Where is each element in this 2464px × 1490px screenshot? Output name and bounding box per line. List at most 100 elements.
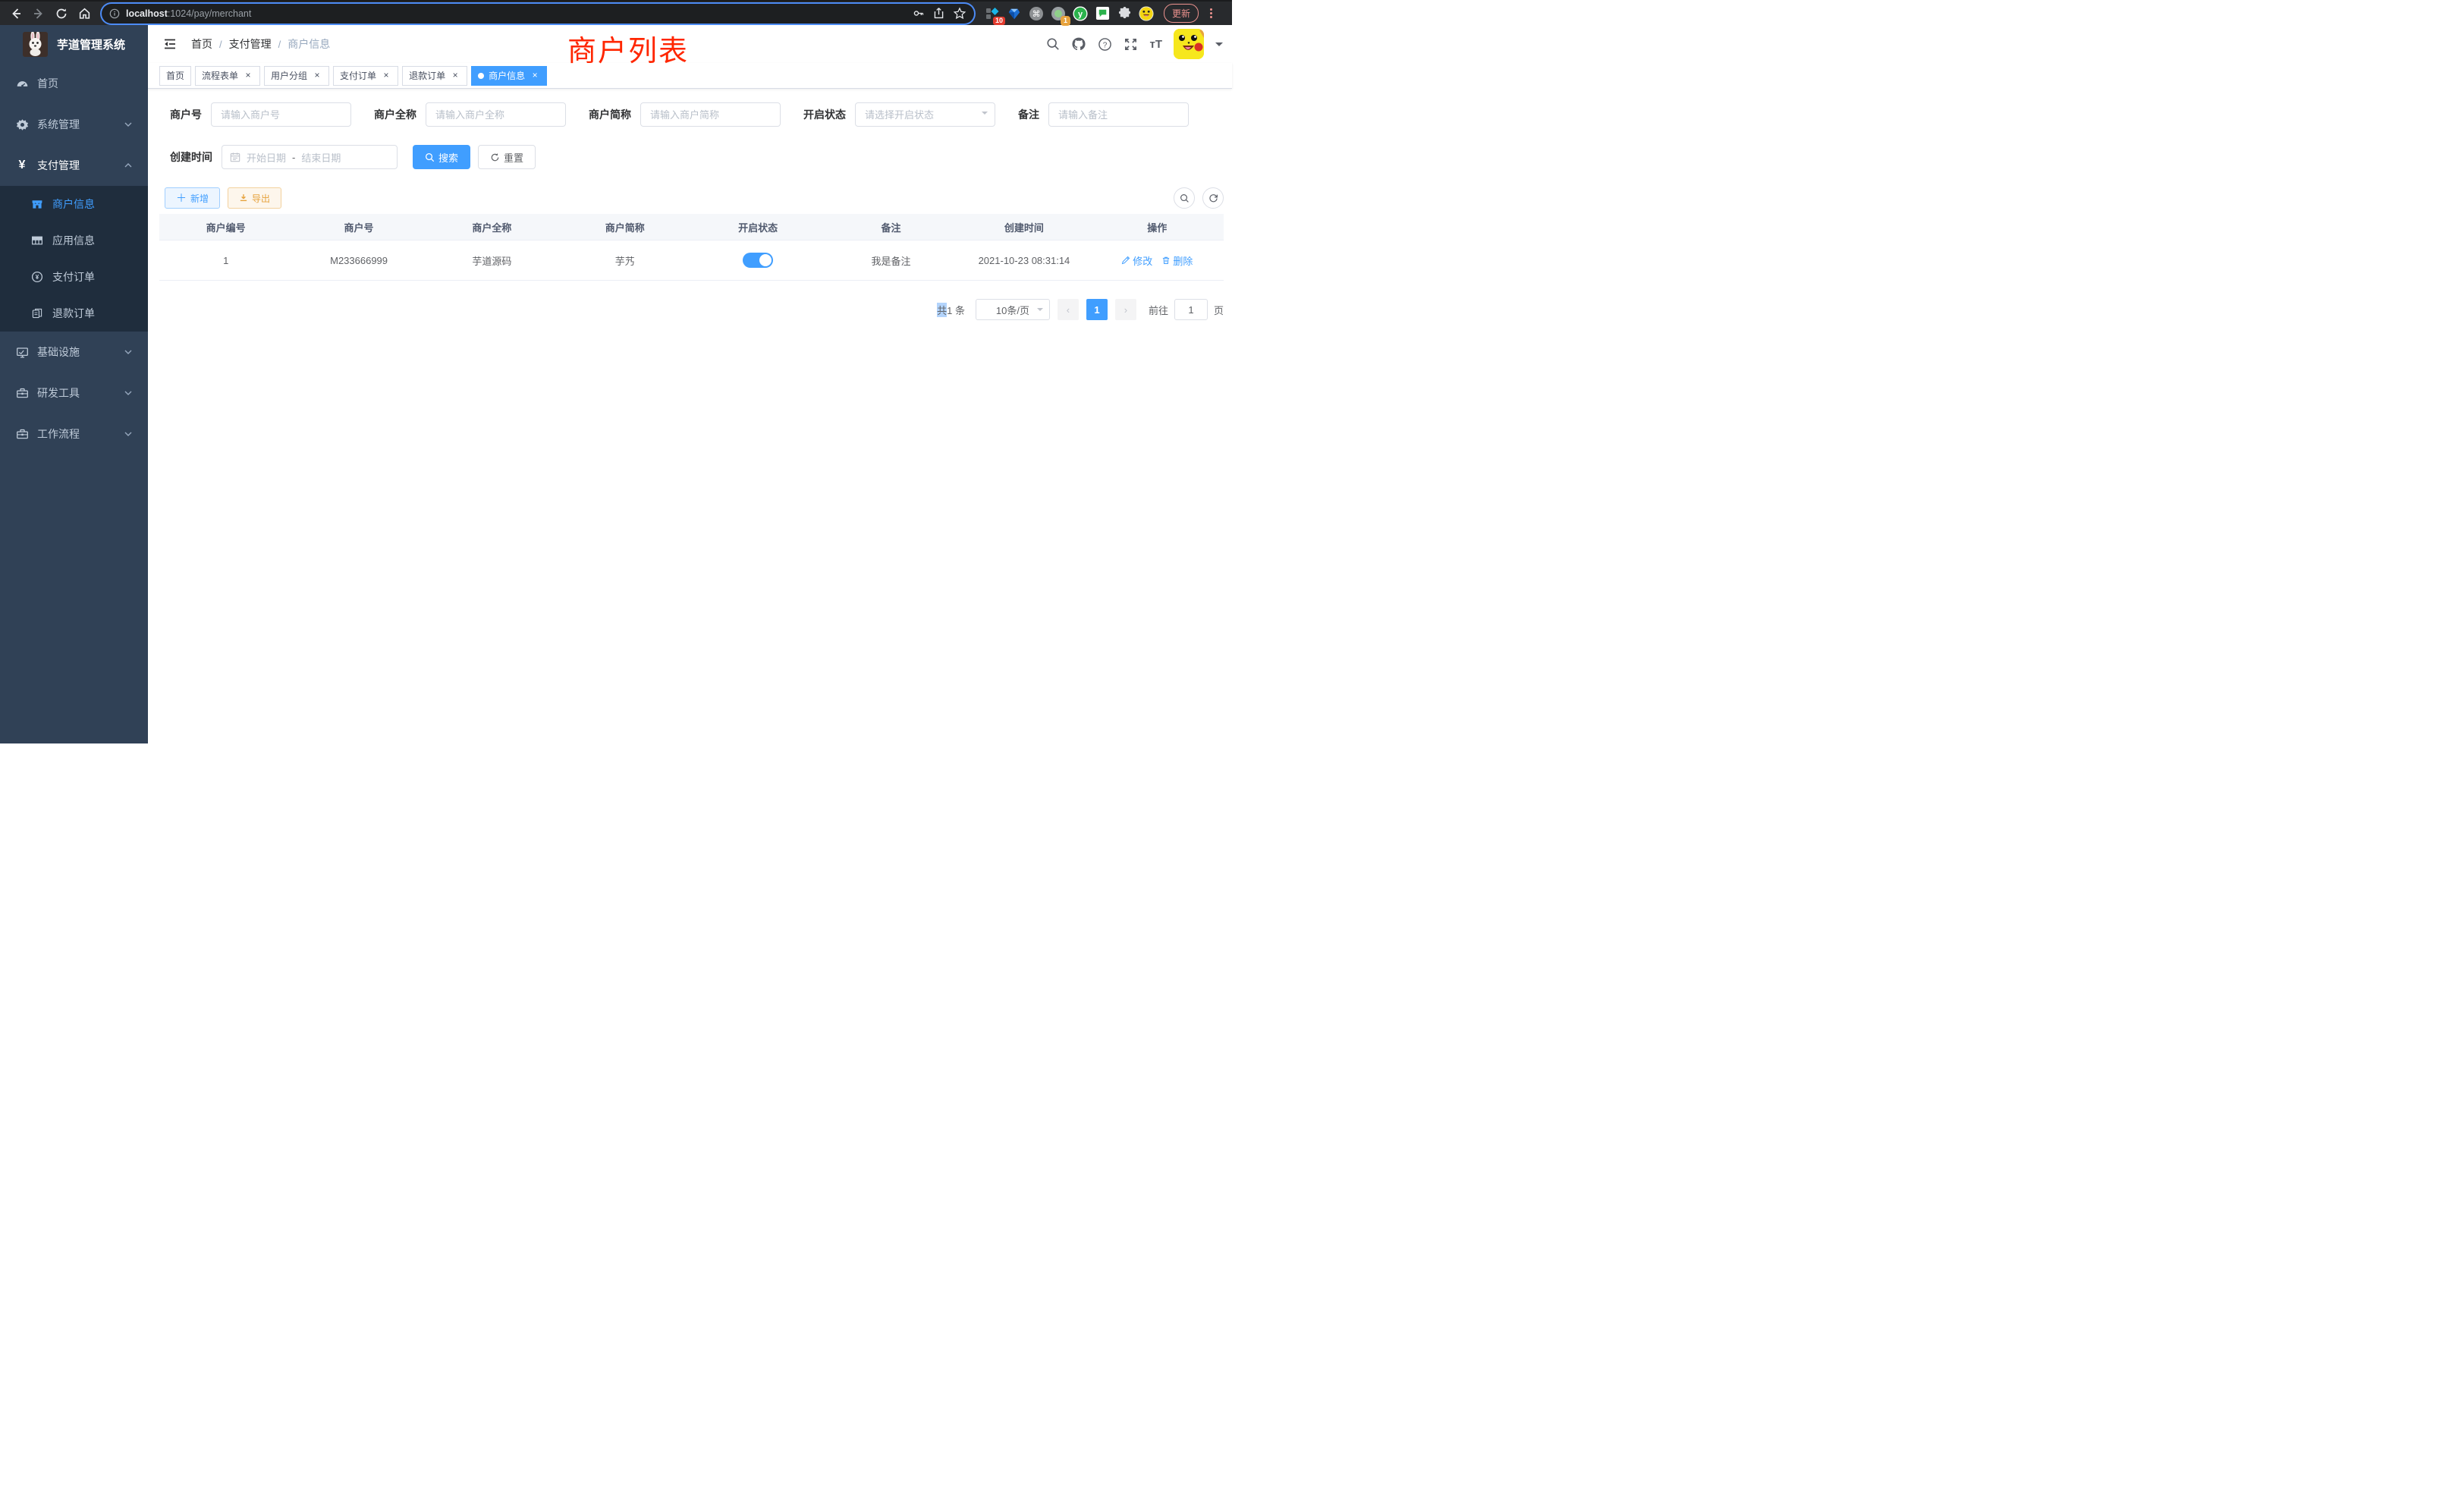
toolbox-icon: [15, 387, 29, 400]
pikachu-avatar-icon: [1174, 29, 1204, 59]
browser-update-button[interactable]: 更新: [1164, 4, 1199, 23]
logo-image: [23, 32, 48, 57]
sidebar-logo[interactable]: 芋道管理系统: [0, 25, 148, 63]
page-size-select[interactable]: 10条/页: [976, 299, 1050, 320]
sidebar-collapse-button[interactable]: [159, 33, 181, 55]
address-bar[interactable]: localhost:1024/pay/merchant: [102, 4, 974, 24]
status-toggle[interactable]: [743, 253, 773, 268]
tab-close-icon[interactable]: ×: [243, 71, 253, 81]
tab-home[interactable]: 首页: [159, 66, 191, 86]
tab-pay-order[interactable]: 支付订单 ×: [333, 66, 398, 86]
user-avatar[interactable]: [1174, 29, 1204, 59]
reset-button[interactable]: 重置: [478, 145, 536, 169]
browser-home-button[interactable]: [74, 4, 94, 24]
tab-process-form[interactable]: 流程表单 ×: [195, 66, 260, 86]
short-name-input[interactable]: [640, 102, 781, 127]
cell-actions: 修改 删除: [1091, 240, 1224, 280]
tab-refund-order[interactable]: 退款订单 ×: [402, 66, 467, 86]
goto-suffix-label: 页: [1214, 303, 1224, 317]
breadcrumb-separator: /: [278, 39, 281, 50]
breadcrumb-home[interactable]: 首页: [191, 36, 212, 52]
browser-toolbar: localhost:1024/pay/merchant 10 ⌘ 1 y: [0, 0, 1232, 25]
sidebar-item-dev-tools[interactable]: 研发工具: [0, 372, 148, 413]
goto-label: 前往: [1149, 303, 1168, 317]
extension-grid-icon[interactable]: 10: [985, 6, 1000, 21]
next-page-button[interactable]: ›: [1115, 299, 1136, 320]
sidebar-item-label: 支付管理: [37, 158, 115, 173]
sidebar-item-system[interactable]: 系统管理: [0, 104, 148, 145]
extension-y-icon[interactable]: y: [1073, 6, 1088, 21]
sidebar-item-pay[interactable]: ¥ 支付管理: [0, 145, 148, 186]
refresh-table-button[interactable]: [1202, 187, 1224, 209]
pagination: 共 1 条 10条/页 ‹ 1 › 前往 页: [159, 299, 1224, 320]
tab-merchant-info[interactable]: 商户信息 ×: [471, 66, 547, 86]
browser-back-button[interactable]: [6, 4, 26, 24]
pagination-total: 共 1 条: [937, 303, 965, 317]
gem-icon: [1007, 7, 1021, 20]
font-size-icon[interactable]: ᴛT: [1149, 38, 1162, 51]
password-key-icon[interactable]: [912, 7, 925, 20]
trash-icon: [1161, 256, 1171, 265]
full-name-input[interactable]: [426, 102, 566, 127]
bookmark-star-icon[interactable]: [953, 7, 966, 20]
add-button[interactable]: ＋ 新增: [165, 187, 220, 209]
filter-row-2: 创建时间 开始日期 - 结束日期 搜索 重置: [170, 145, 1224, 169]
help-icon[interactable]: ?: [1098, 37, 1112, 52]
sidebar-item-app-info[interactable]: 应用信息: [0, 222, 148, 259]
goto-page-input[interactable]: [1174, 299, 1208, 320]
tab-user-group[interactable]: 用户分组 ×: [264, 66, 329, 86]
tab-close-icon[interactable]: ×: [381, 71, 391, 81]
tab-close-icon[interactable]: ×: [450, 71, 460, 81]
breadcrumb-separator: /: [219, 39, 222, 50]
extension-badge: 10: [993, 17, 1005, 25]
search-button[interactable]: 搜索: [413, 145, 470, 169]
extension-recorder-icon[interactable]: 1: [1051, 6, 1066, 21]
remark-input[interactable]: [1048, 102, 1189, 127]
chevron-down-icon: [124, 429, 133, 439]
browser-extensions: 10 ⌘ 1 y 更新: [982, 4, 1217, 23]
cell-remark: 我是备注: [825, 240, 957, 280]
sidebar-item-label: 应用信息: [52, 233, 133, 248]
github-icon[interactable]: [1071, 36, 1086, 52]
extension-chat-icon[interactable]: [1095, 6, 1110, 21]
sidebar-item-pay-order[interactable]: ¥ 支付订单: [0, 259, 148, 295]
avatar-caret-icon[interactable]: [1215, 42, 1223, 50]
forward-icon: [33, 8, 45, 20]
extension-gem-icon[interactable]: [1007, 6, 1022, 21]
merchant-no-input[interactable]: [211, 102, 351, 127]
yen-circle-icon: ¥: [30, 271, 44, 283]
delete-link[interactable]: 删除: [1161, 253, 1193, 268]
sidebar-item-refund-order[interactable]: 退款订单: [0, 295, 148, 332]
show-search-toggle-button[interactable]: [1174, 187, 1195, 209]
status-select[interactable]: [855, 102, 995, 127]
page-number-1[interactable]: 1: [1086, 299, 1108, 320]
prev-page-button[interactable]: ‹: [1058, 299, 1079, 320]
export-button[interactable]: 导出: [228, 187, 281, 209]
share-icon[interactable]: [932, 7, 945, 20]
sidebar-item-label: 退款订单: [52, 306, 133, 321]
fullscreen-icon[interactable]: [1124, 37, 1138, 52]
extensions-puzzle-icon[interactable]: [1117, 6, 1132, 21]
tab-close-icon[interactable]: ×: [530, 71, 540, 81]
edit-link[interactable]: 修改: [1121, 253, 1152, 268]
profile-avatar-icon[interactable]: [1139, 6, 1154, 21]
sidebar-item-label: 系统管理: [37, 117, 115, 132]
sidebar-item-merchant-info[interactable]: 商户信息: [0, 186, 148, 222]
sidebar: 芋道管理系统 首页 系统管理 ¥ 支付管理 商户信息: [0, 25, 148, 743]
create-time-range-picker[interactable]: 开始日期 - 结束日期: [222, 145, 398, 169]
sidebar-item-workflow[interactable]: 工作流程: [0, 413, 148, 454]
tab-close-icon[interactable]: ×: [312, 71, 322, 81]
col-header-remark: 备注: [825, 214, 957, 240]
reset-button-label: 重置: [504, 150, 523, 165]
header-search-icon[interactable]: [1046, 37, 1060, 51]
merchant-no-label: 商户号: [170, 107, 202, 122]
col-header-actions: 操作: [1091, 214, 1224, 240]
extension-command-icon[interactable]: ⌘: [1029, 6, 1044, 21]
browser-menu-button[interactable]: [1210, 8, 1212, 18]
browser-reload-button[interactable]: [52, 4, 71, 24]
sidebar-menu: 首页 系统管理 ¥ 支付管理 商户信息 应用信息: [0, 63, 148, 454]
edit-link-label: 修改: [1133, 253, 1152, 268]
browser-forward-button[interactable]: [29, 4, 49, 24]
sidebar-item-infra[interactable]: 基础设施: [0, 332, 148, 372]
sidebar-item-home[interactable]: 首页: [0, 63, 148, 104]
